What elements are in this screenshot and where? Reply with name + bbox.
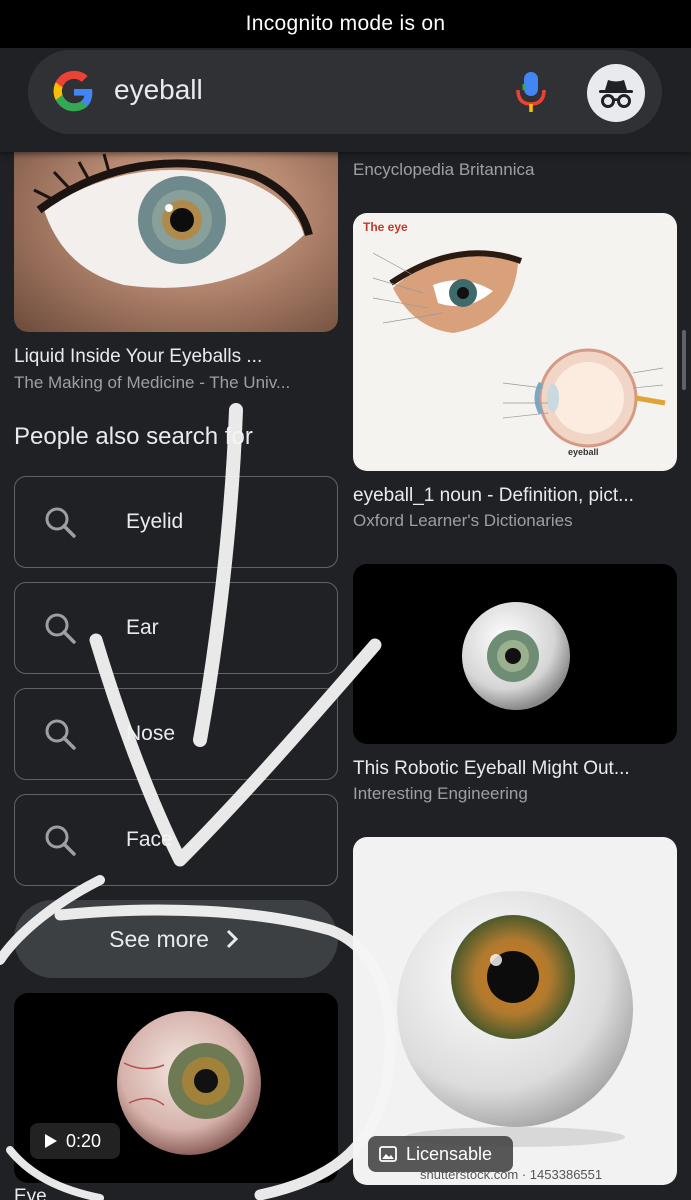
mic-icon[interactable] [514,70,548,114]
licensable-label: Licensable [406,1143,493,1164]
stock-watermark: shutterstock.com · 1453386551 [420,1167,603,1182]
result-source: Encyclopedia Britannica [353,160,535,179]
related-search-label: Face [126,828,173,851]
image-icon [379,1146,397,1162]
related-search-nose[interactable]: Nose [14,688,338,780]
chevron-right-icon [226,929,238,949]
incognito-status-text: Incognito mode is on [245,12,446,35]
result-image-robotic-eyeball[interactable] [353,564,677,744]
video-duration: 0:20 [66,1130,102,1151]
result-source: The Making of Medicine - The Univ... [14,373,291,392]
result-image-eye-diagram[interactable]: The eye eyeball [353,213,677,471]
related-search-ear[interactable]: Ear [14,582,338,674]
search-query-text[interactable]: eyeball [114,74,203,106]
result-source: Interesting Engineering [353,784,528,803]
related-search-label: Ear [126,616,159,639]
result-title[interactable]: Eye [14,1186,47,1200]
see-more-button[interactable]: See more [14,900,338,978]
search-icon [45,825,76,856]
related-search-label: Eyelid [126,510,184,533]
result-title[interactable]: This Robotic Eyeball Might Out... [353,758,630,780]
play-icon [45,1134,57,1148]
diagram-caption: eyeball [568,447,599,457]
video-duration-badge: 0:20 [30,1123,120,1159]
see-more-label: See more [109,925,209,952]
related-search-face[interactable]: Face [14,794,338,886]
related-search-label: Nose [126,722,176,745]
incognito-icon[interactable] [587,64,645,122]
result-title[interactable]: eyeball_1 noun - Definition, pict... [353,485,634,507]
diagram-title: The eye [363,220,408,234]
result-image-eyeball-stock[interactable] [353,837,677,1185]
related-search-eyelid[interactable]: Eyelid [14,476,338,568]
google-g-icon[interactable] [52,70,96,114]
search-icon [45,507,76,538]
result-title[interactable]: Liquid Inside Your Eyeballs ... [14,346,262,368]
search-icon [45,613,76,644]
incognito-status-bar: Incognito mode is on [0,0,691,48]
section-heading-people-also-search: People also search for [14,423,253,450]
scrollbar[interactable] [682,330,686,390]
search-icon [45,719,76,750]
result-source: Oxford Learner's Dictionaries [353,511,573,530]
